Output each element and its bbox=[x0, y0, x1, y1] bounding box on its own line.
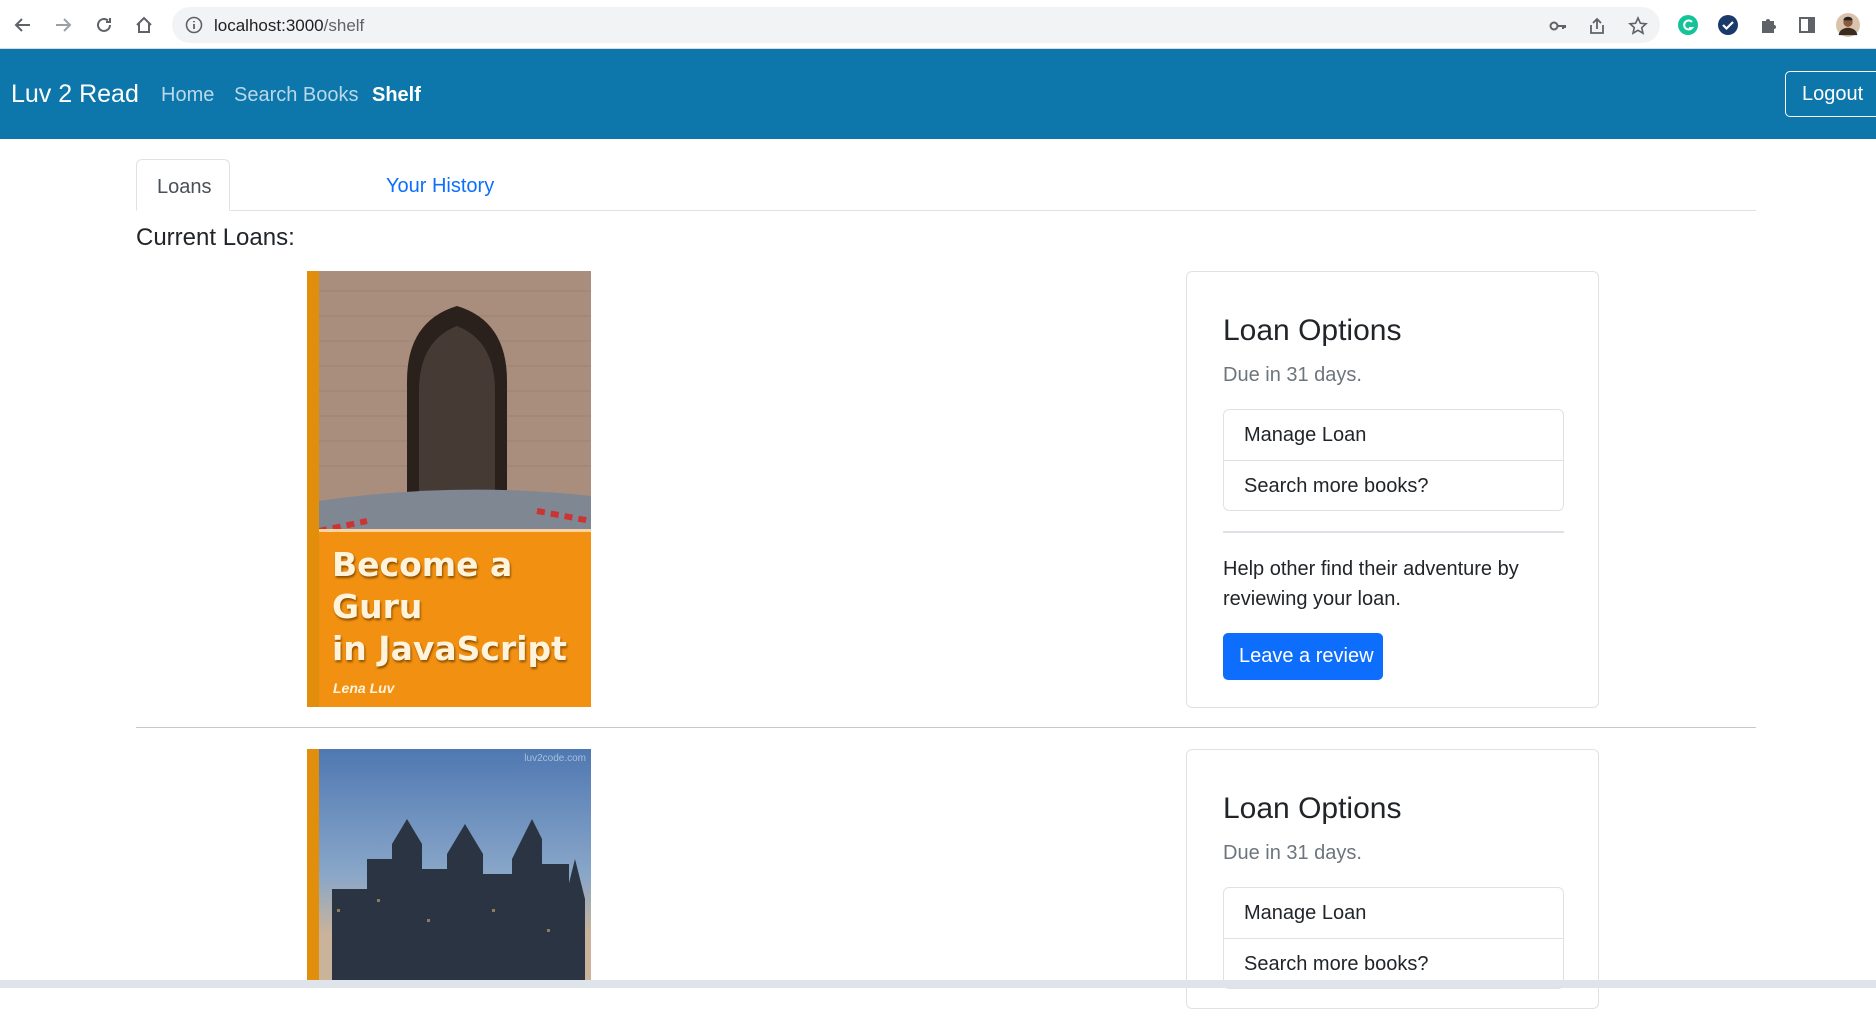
card-divider bbox=[1223, 531, 1564, 533]
check-extension-icon[interactable] bbox=[1716, 13, 1740, 37]
book-spine bbox=[307, 271, 319, 707]
cover-watermark: luv2code.com bbox=[524, 753, 586, 764]
tab-your-history[interactable]: Your History bbox=[386, 159, 514, 211]
book-spine bbox=[307, 749, 319, 980]
url-path: /shelf bbox=[323, 16, 365, 35]
address-bar[interactable]: localhost:3000/shelf bbox=[172, 7, 1660, 43]
brand-logo-text[interactable]: Luv 2 Read bbox=[11, 80, 139, 109]
share-icon[interactable] bbox=[1586, 15, 1608, 37]
manage-loan-button[interactable]: Manage Loan bbox=[1224, 410, 1563, 460]
review-help-text: Help other find their adventure by revie… bbox=[1223, 558, 1519, 610]
search-more-books-link[interactable]: Search more books? bbox=[1224, 460, 1563, 510]
app-navbar: Luv 2 Read Home Search Books Shelf Logou… bbox=[0, 49, 1876, 139]
shelf-tabs: Loans Your History bbox=[136, 159, 1756, 211]
book-cover-image: Become a Guru in JavaScript Lena Luv bbox=[307, 271, 591, 707]
forward-arrow-icon[interactable] bbox=[50, 12, 76, 38]
sidepanel-icon[interactable] bbox=[1795, 13, 1819, 37]
loan-options-card: Loan Options Due in 31 days. Manage Loan… bbox=[1186, 749, 1599, 1009]
book-cover-art bbox=[319, 749, 591, 980]
book-cover-image: luv2code.com bbox=[307, 749, 591, 980]
due-date-text: Due in 31 days. bbox=[1223, 842, 1362, 864]
nav-link-shelf[interactable]: Shelf bbox=[372, 84, 421, 107]
loan-options-title: Loan Options bbox=[1223, 314, 1402, 347]
grammarly-icon[interactable] bbox=[1676, 13, 1700, 37]
reload-icon[interactable] bbox=[91, 12, 117, 38]
key-icon[interactable] bbox=[1547, 15, 1569, 37]
leave-review-button[interactable]: Leave a review bbox=[1223, 633, 1383, 680]
tab-loans[interactable]: Loans bbox=[136, 159, 230, 211]
home-icon[interactable] bbox=[131, 12, 157, 38]
loan-actions-list: Manage Loan Search more books? bbox=[1223, 409, 1564, 511]
url-host: localhost:3000 bbox=[214, 16, 324, 35]
book-cover-title: Become a Guru in JavaScript bbox=[332, 544, 591, 670]
due-date-text: Due in 31 days. bbox=[1223, 364, 1362, 386]
puzzle-icon[interactable] bbox=[1756, 13, 1780, 37]
loan-divider bbox=[136, 727, 1756, 728]
loan-options-card: Loan Options Due in 31 days. Manage Loan… bbox=[1186, 271, 1599, 708]
nav-link-search-books[interactable]: Search Books bbox=[234, 84, 359, 107]
section-title: Current Loans: bbox=[136, 224, 295, 251]
book-cover-author: Lena Luv bbox=[333, 680, 395, 696]
book-cover-title-line: Become a Guru bbox=[332, 545, 513, 626]
loan-options-title: Loan Options bbox=[1223, 792, 1402, 825]
window-bottom-edge bbox=[0, 980, 1876, 988]
manage-loan-button[interactable]: Manage Loan bbox=[1224, 888, 1563, 938]
browser-toolbar: localhost:3000/shelf bbox=[0, 0, 1876, 49]
nav-link-home[interactable]: Home bbox=[161, 84, 214, 107]
profile-avatar[interactable] bbox=[1836, 13, 1860, 37]
info-icon[interactable] bbox=[185, 16, 203, 34]
back-arrow-icon[interactable] bbox=[10, 12, 36, 38]
url-text: localhost:3000/shelf bbox=[214, 16, 364, 36]
logout-button[interactable]: Logout bbox=[1785, 71, 1876, 117]
star-icon[interactable] bbox=[1627, 15, 1649, 37]
loan-actions-list: Manage Loan Search more books? bbox=[1223, 887, 1564, 989]
book-cover-title-line: in JavaScript bbox=[332, 629, 567, 668]
